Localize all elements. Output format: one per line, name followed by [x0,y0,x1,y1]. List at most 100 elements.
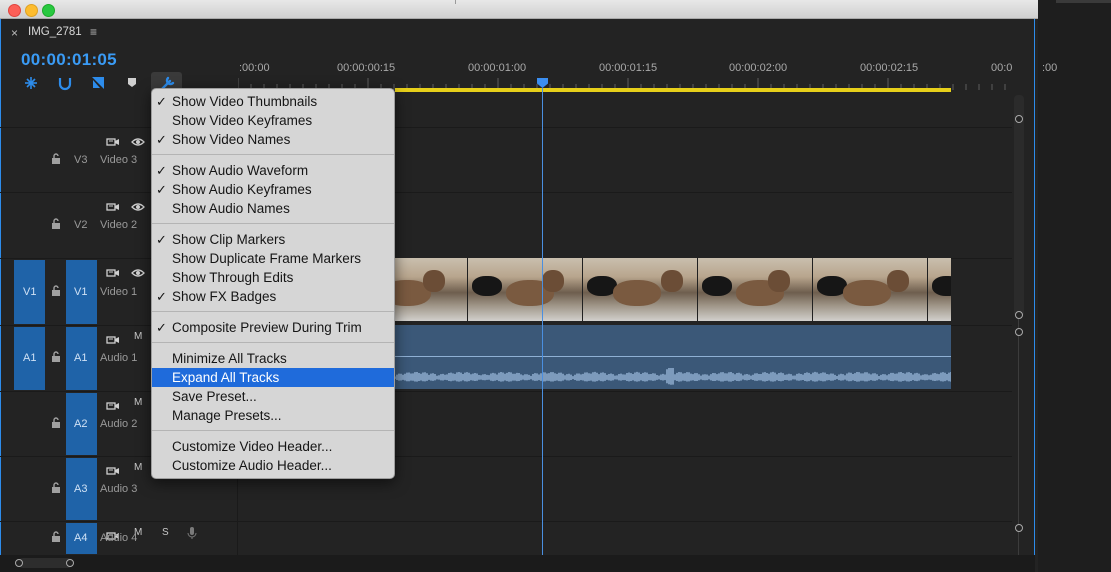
scroll-handle[interactable] [66,559,74,567]
window-titlebar [0,0,1038,19]
marker-icon[interactable] [126,75,144,91]
menu-item-show-audio-names[interactable]: Show Audio Names [152,199,394,218]
track-target-v2[interactable]: V2 [66,194,97,257]
mute-button[interactable]: M [134,397,142,408]
track-target-a3[interactable]: A3 [66,458,97,520]
lock-icon[interactable] [51,284,61,296]
menu-item-minimize-all-tracks[interactable]: Minimize All Tracks [152,349,394,368]
track-name: Video 3 [100,153,138,166]
menu-item-show-video-keyframes[interactable]: Show Video Keyframes [152,111,394,130]
camera-icon[interactable] [106,332,120,344]
menu-item-manage-presets[interactable]: Manage Presets... [152,406,394,425]
source-patch-a4[interactable] [14,523,45,554]
camera-icon[interactable] [106,265,120,277]
eye-icon[interactable] [131,265,145,277]
track-target-a4[interactable]: A4 [66,523,97,554]
menu-item-label: Show Audio Names [172,201,290,216]
source-patch-v3[interactable] [14,129,45,191]
add-marker-icon[interactable] [90,75,108,91]
menu-separator [152,342,394,343]
ruler-label: 00:00:01:15 [599,62,658,74]
eye-icon[interactable] [131,134,145,146]
track-name: Audio 3 [100,482,138,495]
checkmark-icon: ✓ [156,320,167,335]
camera-icon[interactable] [106,398,120,410]
lock-icon[interactable] [51,152,61,164]
track-target-v1[interactable]: V1 [66,260,97,324]
menu-item-show-audio-waveform[interactable]: ✓ Show Audio Waveform [152,161,394,180]
camera-icon[interactable] [106,199,120,211]
menu-item-label: Show Video Keyframes [172,113,313,128]
lock-icon[interactable] [51,350,61,362]
source-patch-a3[interactable] [14,458,45,520]
track-name: Audio 1 [100,352,138,364]
work-area-bar[interactable] [395,88,951,92]
horizontal-scrollbar[interactable] [0,555,1035,572]
solo-button[interactable]: S [162,527,169,538]
menu-item-customize-video-header[interactable]: Customize Video Header... [152,437,394,456]
playhead-line[interactable] [542,88,543,555]
camera-icon[interactable] [106,463,120,475]
sequence-tab-name[interactable]: IMG_2781 [28,26,82,38]
linked-selection-icon[interactable] [56,75,74,91]
lock-icon[interactable] [51,217,61,229]
h-scroll-thumb[interactable] [18,558,73,568]
scroll-handle[interactable] [1015,115,1023,123]
menu-item-show-audio-keyframes[interactable]: ✓ Show Audio Keyframes [152,180,394,199]
track-name: Audio 2 [100,417,138,430]
track-row-a4[interactable] [0,521,1012,556]
menu-item-show-duplicate-frame-markers[interactable]: Show Duplicate Frame Markers [152,249,394,268]
close-window-button[interactable] [8,4,21,17]
scroll-handle[interactable] [1015,328,1023,336]
scroll-handle[interactable] [15,559,23,567]
menu-item-composite-preview-during-trim[interactable]: ✓ Composite Preview During Trim [152,318,394,337]
audio-clip-divider [395,356,951,357]
checkmark-icon: ✓ [156,94,167,109]
eye-icon[interactable] [131,199,145,211]
menu-item-label: Show FX Badges [172,289,277,304]
ruler-label: 00:00:01:00 [468,62,527,74]
menu-item-show-video-thumbnails[interactable]: ✓ Show Video Thumbnails [152,92,394,111]
menu-item-save-preset[interactable]: Save Preset... [152,387,394,406]
track-target-a2[interactable]: A2 [66,393,97,455]
lock-icon[interactable] [51,530,61,542]
menu-item-label: Customize Audio Header... [172,458,332,473]
menu-item-show-through-edits[interactable]: Show Through Edits [152,268,394,287]
checkmark-icon: ✓ [156,182,167,197]
menu-item-label: Show Clip Markers [172,232,286,247]
minimize-window-button[interactable] [25,4,38,17]
menu-item-show-fx-badges[interactable]: ✓ Show FX Badges [152,287,394,306]
snap-icon[interactable] [22,75,40,91]
lock-icon[interactable] [51,416,61,428]
source-patch-label: V1 [23,285,37,298]
mic-icon[interactable] [187,526,197,540]
playhead-timecode[interactable]: 00:00:01:05 [21,50,117,70]
vertical-scrollbar[interactable] [1014,95,1024,555]
mute-button[interactable]: M [134,331,142,342]
menu-item-customize-audio-header[interactable]: Customize Audio Header... [152,456,394,475]
menu-item-show-clip-markers[interactable]: ✓ Show Clip Markers [152,230,394,249]
camera-icon[interactable] [106,134,120,146]
scroll-handle[interactable] [1015,524,1023,532]
menu-item-label: Show Audio Waveform [172,163,309,178]
checkmark-icon: ✓ [156,232,167,247]
titlebar-divider [455,0,456,4]
track-id: A1 [74,352,88,364]
tab-menu-icon[interactable]: ≡ [90,25,97,39]
lock-icon[interactable] [51,481,61,493]
scroll-handle[interactable] [1015,311,1023,319]
mute-button[interactable]: M [134,462,142,473]
menu-item-show-video-names[interactable]: ✓ Show Video Names [152,130,394,149]
track-target-v3[interactable]: V3 [66,129,97,191]
menu-item-expand-all-tracks[interactable]: Expand All Tracks [152,368,394,387]
track-target-a1[interactable]: A1 [66,327,97,390]
source-patch-a2[interactable] [14,393,45,455]
video-scroll-thumb[interactable] [1014,95,1024,317]
close-tab-button[interactable]: × [11,26,18,40]
source-patch-a1[interactable]: A1 [14,327,45,390]
video-clip[interactable] [395,258,951,321]
source-patch-v2[interactable] [14,194,45,257]
zoom-window-button[interactable] [42,4,55,17]
source-patch-v1[interactable]: V1 [14,260,45,324]
menu-item-label: Show Audio Keyframes [172,182,312,197]
